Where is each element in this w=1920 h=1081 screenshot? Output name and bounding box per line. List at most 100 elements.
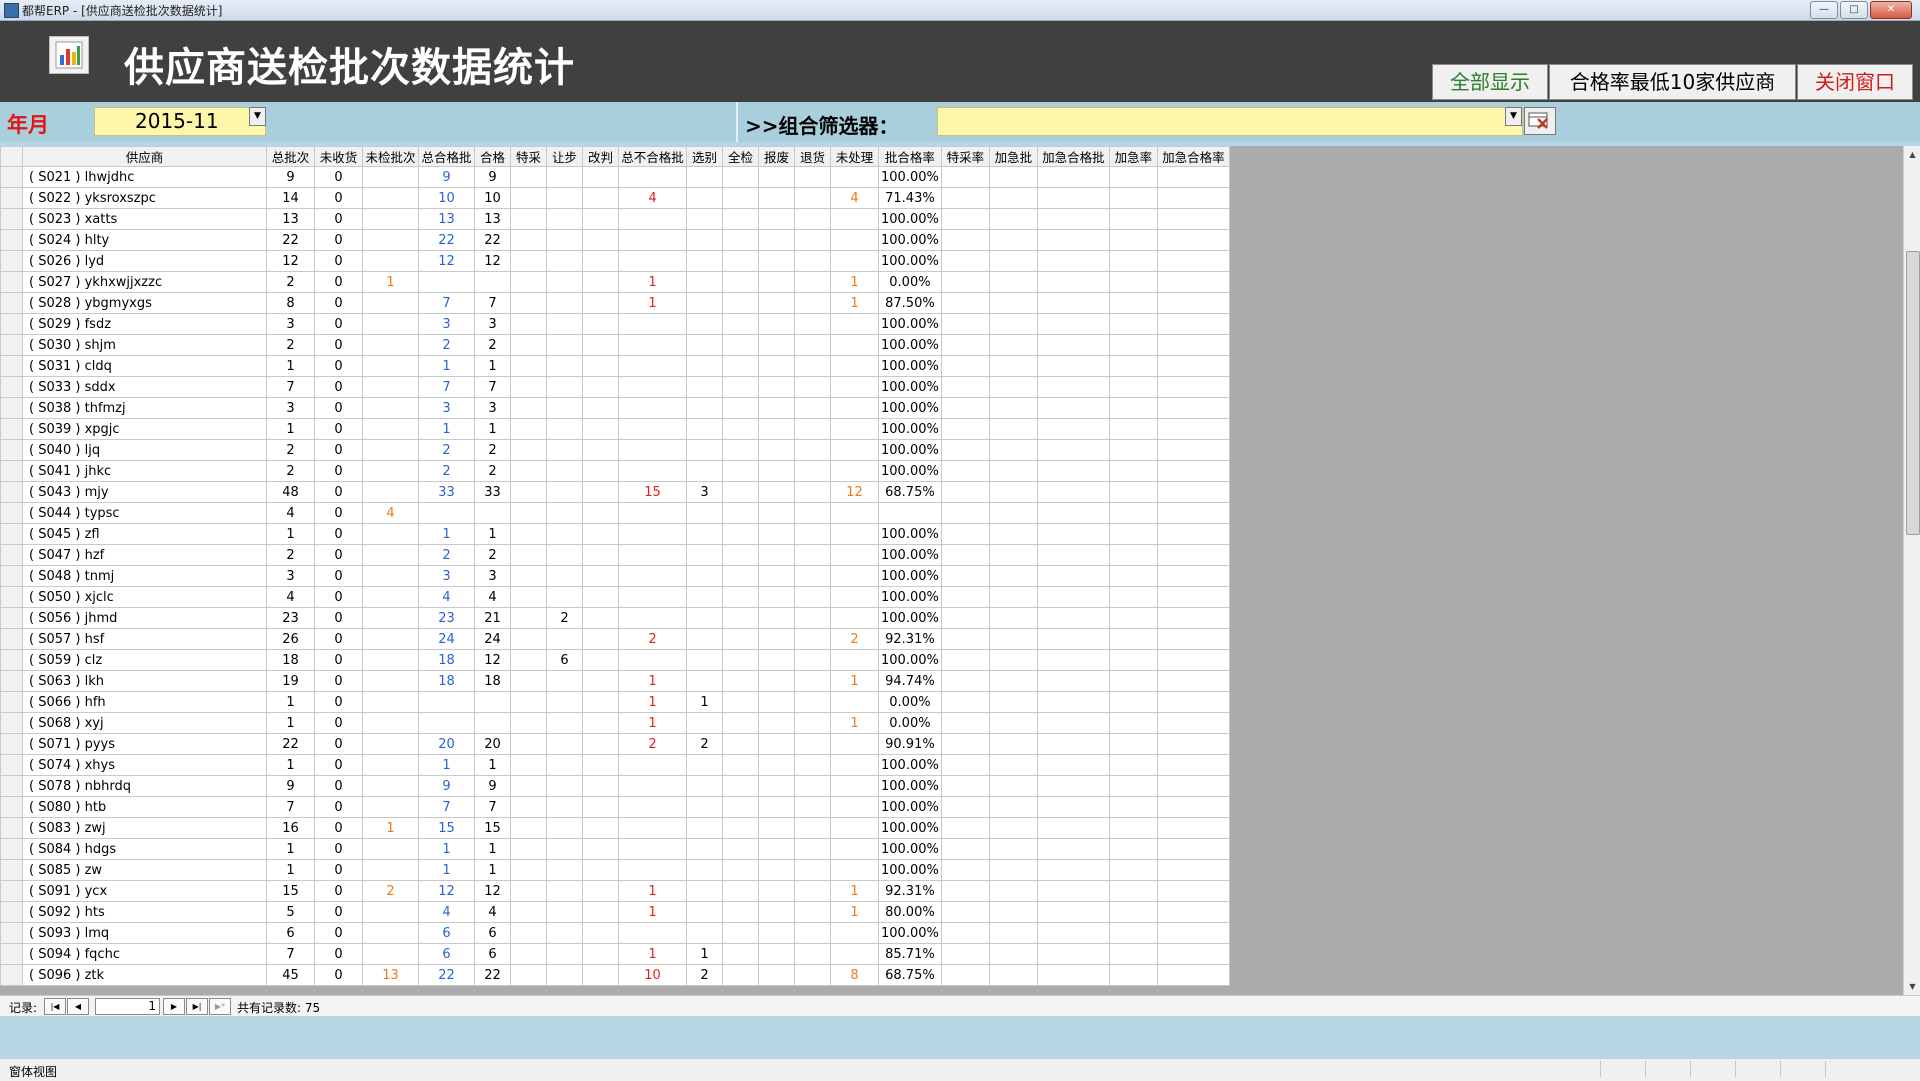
cell-returned[interactable] [794,460,831,482]
cell-scrap[interactable] [758,775,795,797]
cell-special-accept[interactable] [510,901,547,923]
cell-not-received[interactable]: 0 [314,691,363,713]
cell-passed[interactable]: 12 [474,649,511,671]
cell-sorting[interactable] [686,670,723,692]
cell-supplier[interactable]: ( S071 ) pyys [22,733,267,755]
cell-supplier[interactable]: ( S044 ) typsc [22,502,267,524]
cell-urgent-rate[interactable] [1108,628,1158,650]
cell-scrap[interactable] [758,796,795,818]
cell-not-received[interactable]: 0 [314,628,363,650]
cell-special-accept[interactable] [510,712,547,734]
cell-rejudged[interactable] [582,607,619,629]
cell-pass-rate[interactable]: 100.00% [878,460,942,482]
cell-pass-rate[interactable]: 94.74% [878,670,942,692]
cell-supplier[interactable]: ( S092 ) hts [22,901,267,923]
cell-urgent-batches[interactable] [988,649,1038,671]
cell-special-rate[interactable] [940,355,990,377]
cell-returned[interactable] [794,166,831,188]
cell-not-received[interactable]: 0 [314,607,363,629]
cell-total-passed[interactable]: 1 [418,523,475,545]
column-header-special-accept[interactable]: 特采 [510,146,547,167]
cell-special-rate[interactable] [940,523,990,545]
cell-scrap[interactable] [758,712,795,734]
cell-urgent-batches[interactable] [988,733,1038,755]
cell-pass-rate[interactable]: 100.00% [878,397,942,419]
cell-sorting[interactable] [686,859,723,881]
cell-special-rate[interactable] [940,817,990,839]
cell-supplier[interactable]: ( S078 ) nbhrdq [22,775,267,797]
cell-passed[interactable]: 7 [474,796,511,818]
cell-urgent-pass-rate[interactable] [1156,754,1230,776]
cell-sorting[interactable] [686,439,723,461]
cell-special-accept[interactable] [510,691,547,713]
cell-passed[interactable]: 9 [474,775,511,797]
row-selector[interactable] [0,544,23,566]
cell-rejudged[interactable] [582,922,619,944]
cell-not-inspected[interactable] [362,691,419,713]
cell-not-inspected[interactable]: 1 [362,817,419,839]
cell-scrap[interactable] [758,880,795,902]
cell-urgent-rate[interactable] [1108,712,1158,734]
row-selector[interactable] [0,943,23,965]
cell-urgent-pass-rate[interactable] [1156,628,1230,650]
cell-returned[interactable] [794,481,831,503]
cell-urgent-pass-rate[interactable] [1156,313,1230,335]
cell-not-received[interactable]: 0 [314,880,363,902]
cell-unprocessed[interactable]: 8 [830,964,879,986]
cell-not-inspected[interactable] [362,922,419,944]
cell-full-inspect[interactable] [722,901,759,923]
cell-total-batches[interactable]: 16 [266,817,315,839]
cell-not-received[interactable]: 0 [314,859,363,881]
column-header-total-failed[interactable]: 总不合格批 [618,146,687,167]
cell-not-inspected[interactable] [362,397,419,419]
cell-rejudged[interactable] [582,313,619,335]
row-selector[interactable] [0,460,23,482]
cell-urgent-passed[interactable] [1036,166,1110,188]
cell-special-rate[interactable] [940,922,990,944]
cell-total-batches[interactable]: 2 [266,460,315,482]
cell-special-rate[interactable] [940,376,990,398]
cell-concession[interactable] [546,964,583,986]
column-header-pass-rate[interactable]: 批合格率 [878,146,942,167]
cell-total-batches[interactable]: 48 [266,481,315,503]
cell-returned[interactable] [794,334,831,356]
cell-sorting[interactable] [686,817,723,839]
cell-not-received[interactable]: 0 [314,775,363,797]
cell-pass-rate[interactable]: 100.00% [878,250,942,272]
cell-sorting[interactable] [686,649,723,671]
table-row[interactable]: ( S045 ) zfl 1 0 1 1 100.00% [0,523,1230,545]
cell-scrap[interactable] [758,670,795,692]
cell-total-failed[interactable] [618,649,687,671]
cell-total-failed[interactable] [618,460,687,482]
column-header-rejudged[interactable]: 改判 [582,146,619,167]
cell-passed[interactable]: 1 [474,355,511,377]
cell-total-failed[interactable]: 1 [618,292,687,314]
cell-total-failed[interactable] [618,250,687,272]
cell-urgent-batches[interactable] [988,943,1038,965]
cell-concession[interactable] [546,586,583,608]
row-selector[interactable] [0,334,23,356]
cell-returned[interactable] [794,964,831,986]
cell-passed[interactable]: 4 [474,901,511,923]
cell-urgent-rate[interactable] [1108,754,1158,776]
table-row[interactable]: ( S038 ) thfmzj 3 0 3 3 100.00% [0,397,1230,419]
cell-supplier[interactable]: ( S031 ) cldq [22,355,267,377]
cell-pass-rate[interactable]: 100.00% [878,859,942,881]
cell-total-failed[interactable] [618,859,687,881]
cell-returned[interactable] [794,607,831,629]
cell-urgent-batches[interactable] [988,670,1038,692]
cell-not-inspected[interactable] [362,733,419,755]
cell-urgent-batches[interactable] [988,544,1038,566]
scroll-up-icon[interactable]: ▲ [1904,146,1920,163]
cell-concession[interactable]: 2 [546,607,583,629]
cell-sorting[interactable] [686,397,723,419]
cell-not-received[interactable]: 0 [314,943,363,965]
cell-returned[interactable] [794,523,831,545]
cell-special-accept[interactable] [510,817,547,839]
cell-pass-rate[interactable]: 71.43% [878,187,942,209]
cell-not-inspected[interactable] [362,712,419,734]
cell-concession[interactable] [546,817,583,839]
cell-full-inspect[interactable] [722,670,759,692]
cell-scrap[interactable] [758,922,795,944]
minimize-button[interactable]: — [1810,1,1838,19]
